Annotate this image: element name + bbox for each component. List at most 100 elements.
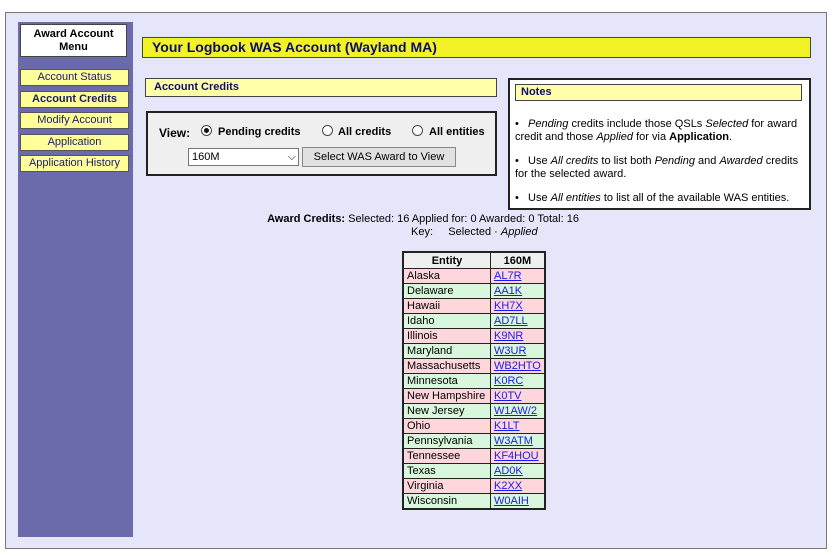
sidebar-item-account-credits[interactable]: Account Credits — [20, 91, 129, 108]
callsign-link[interactable]: K1LT — [494, 420, 519, 432]
callsign-link[interactable]: K0RC — [494, 375, 523, 387]
table-row: New Jersey W1AW/2 — [402, 403, 546, 419]
entity-cell: Pennsylvania — [402, 433, 491, 449]
callsign-link[interactable]: W3UR — [494, 345, 526, 357]
entity-cell: Illinois — [402, 328, 491, 344]
table-row: Tennessee KF4HOU — [402, 448, 546, 464]
all-entities-radio[interactable] — [412, 125, 423, 136]
callsign-cell: AA1K — [489, 283, 546, 299]
menu-header: Award Account Menu — [20, 24, 127, 57]
entity-cell: Wisconsin — [402, 493, 491, 510]
key-legend: Key: Selected · Applied — [411, 226, 538, 239]
callsign-link[interactable]: K0TV — [494, 390, 522, 402]
sidebar: Award Account Menu Account Status Accoun… — [18, 22, 133, 537]
callsign-link[interactable]: W0AIH — [494, 495, 529, 507]
entity-cell: Idaho — [402, 313, 491, 329]
table-row: Virginia K2XX — [402, 478, 546, 494]
entity-cell: Hawaii — [402, 298, 491, 314]
summary-text: Selected: 16 Applied for: 0 Awarded: 0 T… — [348, 213, 579, 225]
all-entities-label: All entities — [429, 126, 485, 138]
pending-credits-label: Pending credits — [218, 126, 301, 138]
award-credits-summary: Award Credits: Selected: 16 Applied for:… — [6, 213, 834, 226]
key-selected: Selected — [448, 226, 492, 238]
view-label: View: — [159, 126, 191, 140]
all-credits-label: All credits — [338, 126, 392, 138]
table-row: Delaware AA1K — [402, 283, 546, 299]
table-row: Texas AD0K — [402, 463, 546, 479]
sidebar-item-application[interactable]: Application — [20, 134, 129, 151]
credits-table: Entity 160M Alaska AL7R Delaware AA1K Hawaii… — [402, 251, 546, 510]
table-row: Massachusetts WB2HTO — [402, 358, 546, 374]
callsign-cell: KH7X — [489, 298, 546, 314]
chevron-down-icon: ⌵ — [287, 151, 296, 163]
table-row: Maryland W3UR — [402, 343, 546, 359]
pending-credits-radio[interactable] — [201, 125, 212, 136]
key-separator: · — [494, 226, 498, 238]
table-row: Ohio K1LT — [402, 418, 546, 434]
callsign-cell: AD7LL — [489, 313, 546, 329]
callsign-cell: AD0K — [489, 463, 546, 479]
entity-cell: Texas — [402, 463, 491, 479]
table-row: New Hampshire K0TV — [402, 388, 546, 404]
all-credits-radio[interactable] — [322, 125, 333, 136]
table-row: Illinois K9NR — [402, 328, 546, 344]
callsign-cell: K1LT — [489, 418, 546, 434]
header-band: 160M — [489, 251, 546, 269]
callsign-link[interactable]: WB2HTO — [494, 360, 541, 372]
table-row: Pennsylvania W3ATM — [402, 433, 546, 449]
entity-cell: New Hampshire — [402, 388, 491, 404]
callsign-cell: K2XX — [489, 478, 546, 494]
table-header-row: Entity 160M — [402, 251, 546, 269]
callsign-link[interactable]: AD0K — [494, 465, 523, 477]
entity-cell: Tennessee — [402, 448, 491, 464]
callsign-cell: K0RC — [489, 373, 546, 389]
callsign-link[interactable]: W1AW/2 — [494, 405, 537, 417]
entity-cell: Virginia — [402, 478, 491, 494]
entity-cell: Massachusetts — [402, 358, 491, 374]
callsign-cell: W3ATM — [489, 433, 546, 449]
page-frame: Award Account Menu Account Status Accoun… — [5, 12, 827, 549]
callsign-link[interactable]: AL7R — [494, 270, 522, 282]
notes-panel: Notes • Pending credits include those QS… — [508, 78, 811, 210]
entity-cell: Ohio — [402, 418, 491, 434]
callsign-cell: KF4HOU — [489, 448, 546, 464]
callsign-cell: K0TV — [489, 388, 546, 404]
note-pending: • Pending credits include those QSLs Sel… — [515, 118, 798, 143]
callsign-link[interactable]: W3ATM — [494, 435, 533, 447]
table-row: Hawaii KH7X — [402, 298, 546, 314]
callsign-cell: W3UR — [489, 343, 546, 359]
table-row: Idaho AD7LL — [402, 313, 546, 329]
sidebar-item-modify-account[interactable]: Modify Account — [20, 112, 129, 129]
entity-cell: New Jersey — [402, 403, 491, 419]
header-entity: Entity — [402, 251, 491, 269]
view-selector-box: View: Pending credits All credits All en… — [146, 111, 497, 176]
page-title: Your Logbook WAS Account (Wayland MA) — [142, 37, 811, 58]
callsign-link[interactable]: AD7LL — [494, 315, 528, 327]
key-label: Key: — [411, 226, 434, 238]
entity-cell: Maryland — [402, 343, 491, 359]
select-award-button[interactable]: Select WAS Award to View — [302, 147, 456, 167]
entity-cell: Minnesota — [402, 373, 491, 389]
section-title: Account Credits — [145, 78, 497, 97]
note-all-credits: • Use All credits to list both Pending a… — [515, 155, 799, 180]
callsign-cell: WB2HTO — [489, 358, 546, 374]
callsign-cell: W0AIH — [489, 493, 546, 510]
table-row: Alaska AL7R — [402, 268, 546, 284]
callsign-link[interactable]: K2XX — [494, 480, 522, 492]
callsign-cell: AL7R — [489, 268, 546, 284]
callsign-cell: W1AW/2 — [489, 403, 546, 419]
callsign-link[interactable]: KH7X — [494, 300, 523, 312]
note-all-entities: • Use All entities to list all of the av… — [515, 192, 790, 204]
sidebar-item-account-status[interactable]: Account Status — [20, 69, 129, 86]
table-row: Minnesota K0RC — [402, 373, 546, 389]
band-select[interactable]: 160M ⌵ — [188, 148, 299, 166]
entity-cell: Alaska — [402, 268, 491, 284]
entity-cell: Delaware — [402, 283, 491, 299]
callsign-cell: K9NR — [489, 328, 546, 344]
notes-title: Notes — [515, 84, 802, 101]
key-applied: Applied — [500, 226, 538, 238]
callsign-link[interactable]: KF4HOU — [494, 450, 539, 462]
callsign-link[interactable]: AA1K — [494, 285, 522, 297]
callsign-link[interactable]: K9NR — [494, 330, 523, 342]
sidebar-item-application-history[interactable]: Application History — [20, 155, 129, 172]
